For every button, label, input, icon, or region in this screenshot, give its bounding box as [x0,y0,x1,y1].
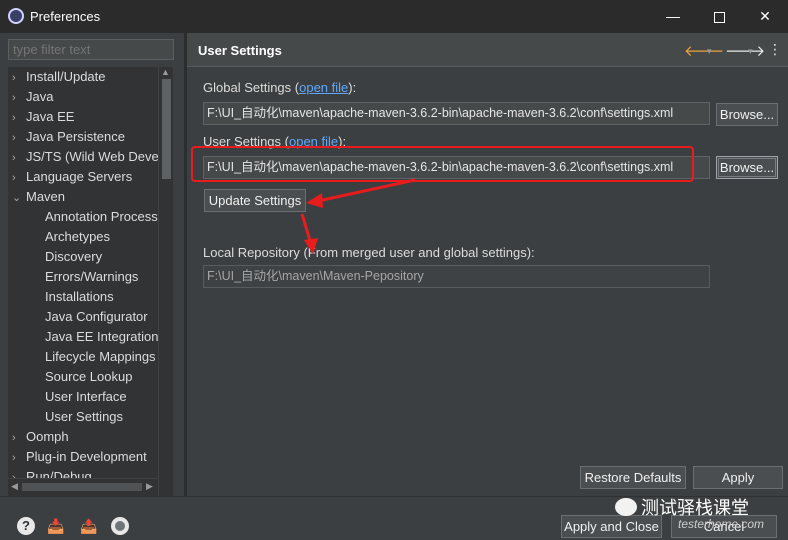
annotation-arrow-to-button [317,178,416,203]
import-icon[interactable]: 📥 [47,517,65,535]
help-icon[interactable]: ? [17,517,35,535]
export-icon[interactable]: 📤 [80,517,98,535]
annotation-arrowhead [306,193,323,208]
annotation-arrowhead [304,238,318,254]
watermark-sub: testerhome.com [678,517,765,531]
record-icon[interactable] [111,517,129,535]
wechat-icon [615,498,637,516]
annotation-arrows [300,178,416,254]
